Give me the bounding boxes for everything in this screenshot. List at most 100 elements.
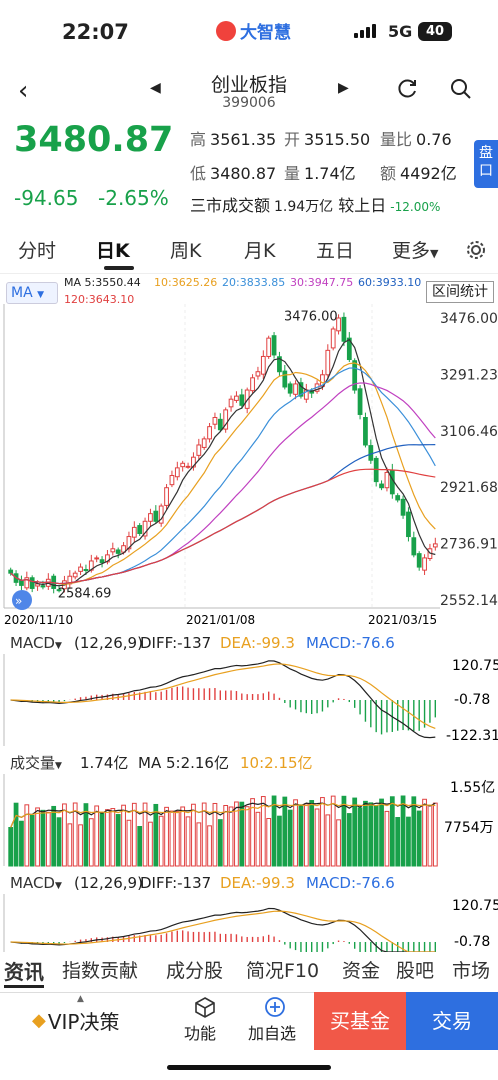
candle <box>148 508 153 527</box>
volume-bar <box>416 810 422 867</box>
tab-day-k[interactable]: 日K <box>96 236 130 263</box>
volume-bar <box>239 801 245 867</box>
x-tick-label-start: 2020/11/10 <box>4 613 73 624</box>
volume-bar <box>406 816 411 867</box>
volume-bar <box>115 814 121 867</box>
subtab-f10[interactable]: 简况F10 <box>246 956 319 983</box>
volume-bar <box>88 818 94 867</box>
volume-bar <box>45 811 51 867</box>
subtab-index-contribution[interactable]: 指数贡献 <box>62 956 138 983</box>
macd2-value: MACD:-76.6 <box>306 874 395 892</box>
candle <box>142 517 148 540</box>
volume-bar <box>282 796 288 867</box>
subtab-funds[interactable]: 资金 <box>342 956 380 983</box>
volume-bar <box>277 815 282 867</box>
macd2-dea: DEA:-99.3 <box>220 874 295 892</box>
candle <box>131 521 137 543</box>
next-stock-icon[interactable]: ▶ <box>338 80 349 96</box>
volume-bar <box>62 803 67 867</box>
candle <box>196 438 202 461</box>
max-annotation: 3476.00 <box>284 310 338 325</box>
candle <box>416 551 422 571</box>
candle <box>255 366 261 380</box>
candle <box>400 495 406 519</box>
macd2-tick-top: 120.75 <box>452 898 498 914</box>
volume-bar <box>384 810 390 867</box>
volume-bar <box>330 795 336 867</box>
candle <box>158 503 164 527</box>
macd2-diff: DIFF:-137 <box>140 874 212 892</box>
volume-bar <box>395 817 401 867</box>
tab-five-day[interactable]: 五日 <box>316 236 354 263</box>
volume-bar <box>427 805 433 867</box>
stat-amount: 额 4492亿 <box>380 164 457 183</box>
volume-bar <box>131 802 137 867</box>
volume-chart[interactable]: 1.55亿 7754万 <box>0 774 498 870</box>
volume-selector[interactable]: 成交量▼ <box>10 752 62 773</box>
vip-button[interactable]: ◆ VIP决策 <box>32 1006 119 1035</box>
candle <box>411 531 417 558</box>
range-stat-button[interactable]: 区间统计 <box>426 281 494 303</box>
volume-bar <box>94 805 100 867</box>
candle <box>174 461 180 481</box>
volume-bar <box>217 819 223 867</box>
candle <box>115 547 121 559</box>
subtab-forum[interactable]: 股吧 <box>396 956 434 983</box>
trade-button[interactable]: 交易 <box>406 992 498 1050</box>
min-annotation: 2584.69 <box>58 586 112 601</box>
ma60-value: 60:3933.10 <box>358 276 422 289</box>
subtab-constituents[interactable]: 成分股 <box>166 956 223 983</box>
candle <box>164 484 169 511</box>
candle <box>94 555 100 563</box>
volume-bar <box>158 815 164 867</box>
ma30-value: 30:3947.75 <box>290 276 354 289</box>
pankou-button[interactable]: 盘口 <box>474 140 498 188</box>
candle <box>330 326 336 351</box>
volume-bar <box>422 798 427 867</box>
cube-icon <box>195 997 215 1018</box>
expand-icon[interactable]: » <box>12 590 32 610</box>
add-watchlist-button[interactable]: 加自选 <box>248 1020 296 1044</box>
x-tick-label-end: 2021/03/15 <box>368 613 437 624</box>
ma20-value: 20:3833.85 <box>222 276 286 289</box>
ma5-value: MA 5:3550.44 <box>64 276 141 289</box>
tab-more[interactable]: 更多▼ <box>392 236 438 263</box>
volume-bar <box>352 797 358 867</box>
macd-chart[interactable]: 120.75 -0.78 -122.31 <box>0 654 498 750</box>
stat-open: 开 3515.50 <box>284 130 371 149</box>
candle <box>212 412 218 430</box>
volume-bar <box>207 825 212 867</box>
volume-bar <box>56 817 62 867</box>
tab-fenshi[interactable]: 分时 <box>18 236 56 263</box>
subtab-news[interactable]: 资讯 <box>4 956 44 988</box>
tab-week-k[interactable]: 周K <box>170 236 201 263</box>
diff-line <box>10 907 436 952</box>
candle <box>110 542 116 556</box>
y-tick-labels: 3476.00 3291.23 3106.46 2921.68 2736.91 2552.… <box>440 311 498 609</box>
volume-bar <box>153 803 159 867</box>
macd2-selector[interactable]: MACD▼ <box>10 874 62 892</box>
tab-month-k[interactable]: 月K <box>244 236 275 263</box>
volume-bar <box>191 803 196 867</box>
signal-icon <box>354 24 376 38</box>
macd-selector[interactable]: MACD▼ <box>10 634 62 652</box>
search-icon[interactable] <box>450 78 472 100</box>
macd2-chart[interactable]: 120.75 -0.78 <box>0 894 498 952</box>
volume-bar <box>389 796 395 867</box>
app-name: 大智慧 <box>240 23 291 43</box>
kline-chart[interactable]: 3476.00 2584.69 3476.00 3291.23 3106.46 292… <box>0 304 498 624</box>
ma-selector[interactable]: MA ▼ <box>6 282 58 304</box>
subtab-market[interactable]: 市场 <box>452 956 490 983</box>
network-type: 5G <box>388 22 413 41</box>
refresh-icon[interactable] <box>396 78 418 100</box>
candle <box>72 570 78 580</box>
volume-bar <box>169 810 175 867</box>
function-button[interactable]: 功能 <box>184 1020 216 1044</box>
settings-gear-icon[interactable] <box>466 240 486 260</box>
volume-bar <box>368 802 374 867</box>
volume-bar <box>303 803 309 867</box>
candle <box>363 412 368 448</box>
macd-params: (12,26,9) <box>74 634 143 652</box>
volume-bar <box>244 806 250 867</box>
buy-fund-button[interactable]: 买基金 <box>314 992 406 1050</box>
